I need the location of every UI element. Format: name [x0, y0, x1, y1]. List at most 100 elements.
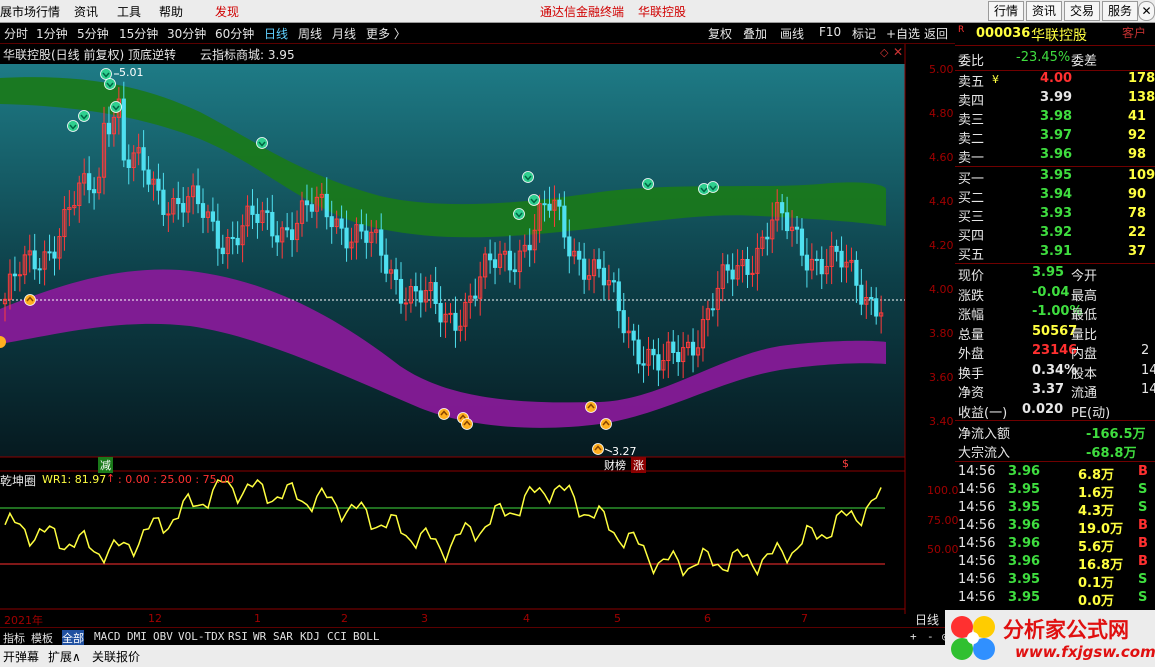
- candle-body: [210, 211, 216, 222]
- candle-body: [745, 258, 750, 275]
- tick-time: 14:56: [958, 464, 996, 479]
- stat-label-2: 量比: [1071, 327, 1098, 343]
- weibi-label: 委比: [958, 54, 985, 69]
- event-label-rise[interactable]: 涨: [631, 457, 646, 473]
- candle-body: [794, 226, 800, 230]
- tab-indicator[interactable]: 指标: [3, 630, 25, 646]
- tab-wr[interactable]: WR: [253, 630, 266, 643]
- client-tag[interactable]: 客户: [1122, 24, 1146, 41]
- divider: [955, 263, 1155, 264]
- related-quote-button[interactable]: 关联报价: [92, 648, 140, 665]
- candle-body: [869, 297, 874, 300]
- date-label: 1: [254, 612, 261, 625]
- stat-label: 外盘: [958, 347, 985, 362]
- tick-time: 14:56: [958, 536, 996, 551]
- stat-label-2: 最低: [1071, 308, 1098, 323]
- danmaku-button[interactable]: 开弹幕: [3, 648, 39, 665]
- event-label-dollar[interactable]: $: [842, 457, 849, 470]
- stat-label-2: PE(动): [1071, 405, 1111, 421]
- diamond-icon[interactable]: ◇: [880, 46, 888, 59]
- stat-value-2: 14: [1141, 382, 1155, 397]
- weicha-label: 委差: [1071, 54, 1098, 69]
- menu-market[interactable]: 展市场行情: [0, 3, 60, 20]
- candle-body: [121, 98, 126, 161]
- candle-body: [418, 290, 423, 303]
- candle-body: [710, 308, 715, 311]
- overlay-button[interactable]: 叠加: [743, 25, 767, 42]
- stat-row: 外盘 23146 内盘 2: [958, 343, 1153, 362]
- stat-label-2: 流通: [1071, 386, 1098, 401]
- menu-help[interactable]: 帮助: [159, 3, 183, 20]
- tf-60min[interactable]: 60分钟: [215, 25, 254, 42]
- tab-dmi[interactable]: DMI: [127, 630, 147, 643]
- tf-5min[interactable]: 5分钟: [77, 25, 109, 42]
- tab-vol-tdx[interactable]: VOL-TDX: [178, 630, 224, 643]
- draw-button[interactable]: 画线: [780, 25, 804, 42]
- news-button[interactable]: 资讯: [1026, 1, 1062, 21]
- ask-volume: 98: [1128, 147, 1147, 162]
- tf-more[interactable]: 更多 〉: [366, 25, 406, 42]
- menu-info[interactable]: 资讯: [74, 3, 98, 20]
- tf-weekly[interactable]: 周线: [298, 25, 322, 42]
- pinwheel-logo-icon: [951, 616, 995, 660]
- quote-button[interactable]: 行情: [988, 1, 1024, 21]
- top-signal-icon: [110, 101, 122, 113]
- kline-chart-svg[interactable]: [0, 44, 955, 614]
- event-label-finance[interactable]: 财榜: [604, 457, 626, 473]
- event-label-reduce[interactable]: 减: [98, 457, 113, 473]
- stat-row: 总量 50567 量比: [958, 324, 1153, 343]
- tf-monthly[interactable]: 月线: [332, 25, 356, 42]
- tab-macd[interactable]: MACD: [94, 630, 121, 643]
- candle-body: [235, 237, 240, 246]
- tf-1min[interactable]: 1分钟: [36, 25, 68, 42]
- tab-obv[interactable]: OBV: [153, 630, 173, 643]
- candle-body: [200, 203, 206, 218]
- trade-button[interactable]: 交易: [1064, 1, 1100, 21]
- ask-price: 3.96: [1040, 147, 1073, 162]
- tf-30min[interactable]: 30分钟: [167, 25, 206, 42]
- adjust-button[interactable]: 复权: [708, 25, 732, 42]
- tab-kdj[interactable]: KDJ: [300, 630, 320, 643]
- candle-body: [542, 203, 547, 206]
- terminal-link[interactable]: 通达信金融终端: [540, 3, 624, 20]
- tab-cci[interactable]: CCI: [327, 630, 347, 643]
- margin-flag: R: [958, 25, 965, 35]
- candle-body: [636, 339, 641, 365]
- add-favorite-button[interactable]: +自选: [886, 25, 920, 42]
- stat-label-2: 股本: [1071, 366, 1098, 382]
- price-tick: 5.00: [929, 63, 954, 76]
- tf-15min[interactable]: 15分钟: [119, 25, 158, 42]
- top-signal-icon: [707, 181, 719, 193]
- mark-button[interactable]: 标记: [852, 25, 876, 42]
- service-button[interactable]: 服务: [1102, 1, 1138, 21]
- tick-volume: 0.1万: [1078, 576, 1115, 591]
- expand-button[interactable]: 扩展∧: [48, 648, 81, 665]
- tab-rsi[interactable]: RSI: [228, 630, 248, 643]
- zoom-out-button[interactable]: -: [927, 630, 934, 643]
- candle-body: [799, 228, 805, 256]
- tab-sar[interactable]: SAR: [273, 630, 293, 643]
- bid-price: 3.94: [1040, 187, 1073, 202]
- chart-area[interactable]: 华联控股(日线 前复权) 顶底逆转 云指标商城: 3.95 5.01 3.27 …: [0, 44, 959, 627]
- tab-boll[interactable]: BOLL: [353, 630, 380, 643]
- osc-title: 乾坤圈: [0, 474, 37, 488]
- tab-all[interactable]: 全部: [62, 630, 84, 646]
- chart-close-icon[interactable]: ✕: [893, 45, 903, 59]
- top-signal-icon: [642, 178, 654, 190]
- candle-body: [453, 312, 458, 331]
- menu-discover[interactable]: 发现: [215, 3, 239, 20]
- close-icon[interactable]: ✕: [1138, 1, 1155, 21]
- menu-tools[interactable]: 工具: [117, 3, 141, 20]
- price-tick: 4.20: [929, 239, 954, 252]
- stock-name-link[interactable]: 华联控股: [638, 3, 686, 20]
- candle-body: [641, 363, 646, 366]
- candle-body: [52, 251, 57, 259]
- ask-level-row: 卖一 3.96 98: [958, 147, 1153, 166]
- tab-template[interactable]: 模板: [31, 630, 53, 646]
- back-button[interactable]: 返回: [924, 25, 948, 42]
- zoom-in-button[interactable]: +: [910, 630, 917, 643]
- tf-intraday[interactable]: 分时: [4, 25, 28, 42]
- tf-daily[interactable]: 日线: [264, 25, 288, 42]
- f10-button[interactable]: F10: [819, 25, 841, 39]
- tick-price: 3.96: [1008, 464, 1041, 479]
